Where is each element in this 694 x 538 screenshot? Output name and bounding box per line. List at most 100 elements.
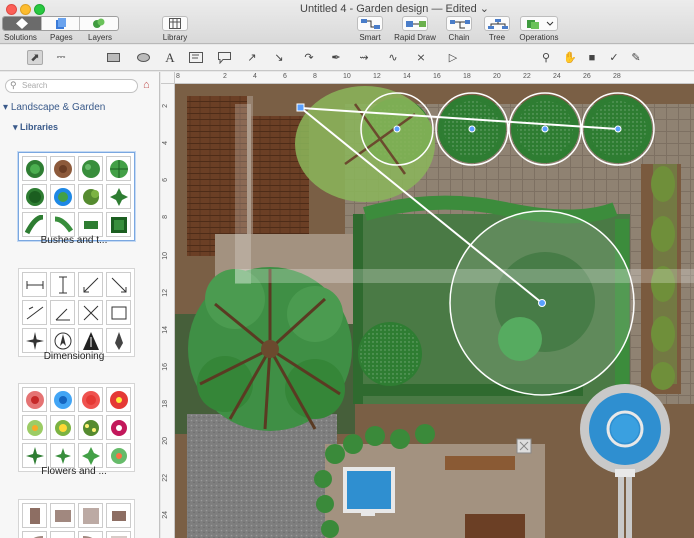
tree-button[interactable]: Tree (482, 16, 512, 42)
dimension-shape[interactable] (78, 300, 103, 325)
dimension-shape[interactable] (106, 300, 131, 325)
rectangle-icon (106, 53, 120, 62)
library-button[interactable]: Library (160, 16, 190, 42)
north-arrow-shape[interactable] (106, 328, 131, 353)
rapid-draw-button[interactable]: Rapid Draw (392, 16, 438, 42)
library-flowers[interactable] (18, 383, 135, 472)
text-select-tool-button[interactable]: ⎓ (53, 50, 69, 65)
library-bushes[interactable] (18, 152, 135, 241)
dimension-shape[interactable] (50, 272, 75, 297)
pages-segment[interactable] (42, 17, 81, 30)
rectangle-tool-button[interactable] (105, 50, 121, 65)
element-shape[interactable] (22, 503, 47, 528)
flower-shape[interactable] (78, 443, 103, 468)
dimension-shape[interactable] (22, 272, 47, 297)
bush-shape[interactable] (106, 212, 131, 237)
dimension-shape[interactable] (50, 300, 75, 325)
operations-button[interactable]: Operations (518, 16, 560, 42)
drawing-toolbar: ⬈ ⎓ A ↗ ↘ ↷ ✒ ⇝ ∿ ⨯ ▷ ⚲ ✋ ■ ✓ ✎ (0, 45, 694, 71)
eyedropper-tool-button[interactable]: ✓ (606, 50, 622, 65)
search-input[interactable]: Search (5, 79, 138, 93)
spline-tool-button[interactable]: ∿ (385, 50, 401, 65)
library-dimensioning[interactable] (18, 268, 135, 357)
pan-tool-button[interactable]: ✋ (562, 50, 578, 65)
bezier-tool-button[interactable]: ⇝ (356, 50, 372, 65)
connector-tool-button[interactable]: ↘ (271, 50, 287, 65)
minimize-window-button[interactable] (20, 4, 31, 15)
table-furniture (465, 514, 525, 538)
flower-shape[interactable] (22, 415, 47, 440)
north-arrow-shape[interactable] (50, 328, 75, 353)
bush-shape[interactable] (78, 156, 103, 181)
horizontal-ruler: 8 2 4 6 8 10 12 14 16 18 20 22 24 26 28 (175, 72, 694, 84)
bush-shape[interactable] (106, 184, 131, 209)
zoom-window-button[interactable] (34, 4, 45, 15)
flower-shape[interactable] (22, 387, 47, 412)
layers-segment[interactable] (80, 17, 118, 30)
home-icon[interactable]: ⌂ (143, 79, 150, 91)
bush-shape[interactable] (22, 184, 47, 209)
flower-shape[interactable] (50, 415, 75, 440)
ruler-tick-label: 2 (162, 104, 169, 108)
close-window-button[interactable] (6, 4, 17, 15)
element-shape[interactable] (50, 503, 75, 528)
solutions-label: Solutions (4, 33, 37, 42)
bush-shape[interactable] (22, 156, 47, 181)
bush-shape[interactable] (78, 212, 103, 237)
large-tree[interactable] (188, 267, 352, 431)
bush-shape[interactable] (50, 156, 75, 181)
callout-tool-button[interactable] (216, 50, 232, 65)
dimension-shape[interactable] (78, 272, 103, 297)
element-shape[interactable] (22, 531, 47, 538)
text-cursor-icon: ⎓ (56, 51, 66, 63)
format-painter-button[interactable]: ✎ (628, 50, 644, 65)
magnifier-icon: ⚲ (541, 52, 551, 64)
stamp-tool-button[interactable]: ■ (584, 50, 600, 65)
element-shape[interactable] (78, 531, 103, 538)
tag-tool-button[interactable]: ▷ (445, 50, 461, 65)
tree-item-libraries[interactable]: ▾ Libraries (13, 122, 58, 133)
dimension-shape[interactable] (22, 300, 47, 325)
element-shape[interactable] (106, 503, 131, 528)
flower-shape[interactable] (106, 443, 131, 468)
garden-plan-canvas[interactable] (175, 84, 694, 538)
flower-shape[interactable] (78, 387, 103, 412)
view-segmented-control[interactable] (2, 16, 119, 31)
element-shape[interactable] (50, 531, 75, 538)
polyline-tool-button[interactable]: ⨯ (413, 50, 429, 65)
solutions-segment[interactable] (3, 17, 42, 30)
text-box-tool-button[interactable] (188, 50, 204, 65)
chain-button[interactable]: Chain (444, 16, 474, 42)
flower-shape[interactable] (106, 387, 131, 412)
library-name: Dimensioning (43, 351, 105, 362)
north-arrow-shape[interactable] (78, 328, 103, 353)
arc-tool-button[interactable]: ↷ (301, 50, 317, 65)
flower-shape[interactable] (78, 415, 103, 440)
flower-shape[interactable] (106, 415, 131, 440)
select-tool-button[interactable]: ⬈ (27, 50, 43, 65)
smart-button[interactable]: Smart (355, 16, 385, 42)
element-shape[interactable] (78, 503, 103, 528)
line-tool-button[interactable]: ↗ (244, 50, 260, 65)
spline-icon: ∿ (388, 52, 398, 64)
text-a-icon: A (165, 49, 175, 65)
pen-tool-button[interactable]: ✒ (328, 50, 344, 65)
ruler-tick-label: 4 (162, 141, 169, 145)
text-tool-button[interactable]: A (162, 50, 178, 65)
bush-shape[interactable] (50, 184, 75, 209)
chevron-down-icon[interactable]: ⌄ (480, 3, 489, 15)
library-landscape-elements[interactable] (18, 499, 135, 538)
tree-root-landscape[interactable]: ▾ Landscape & Garden (3, 102, 105, 113)
compass-rose-shape[interactable] (22, 328, 47, 353)
zoom-tool-button[interactable]: ⚲ (538, 50, 554, 65)
dimension-shape[interactable] (106, 272, 131, 297)
flower-shape[interactable] (50, 443, 75, 468)
bush-shape[interactable] (78, 184, 103, 209)
bush-shape[interactable] (106, 156, 131, 181)
bush-shape[interactable] (50, 212, 75, 237)
flower-shape[interactable] (50, 387, 75, 412)
bush-shape[interactable] (22, 212, 47, 237)
ellipse-tool-button[interactable] (135, 50, 151, 65)
element-shape[interactable] (106, 531, 131, 538)
flower-shape[interactable] (22, 443, 47, 468)
